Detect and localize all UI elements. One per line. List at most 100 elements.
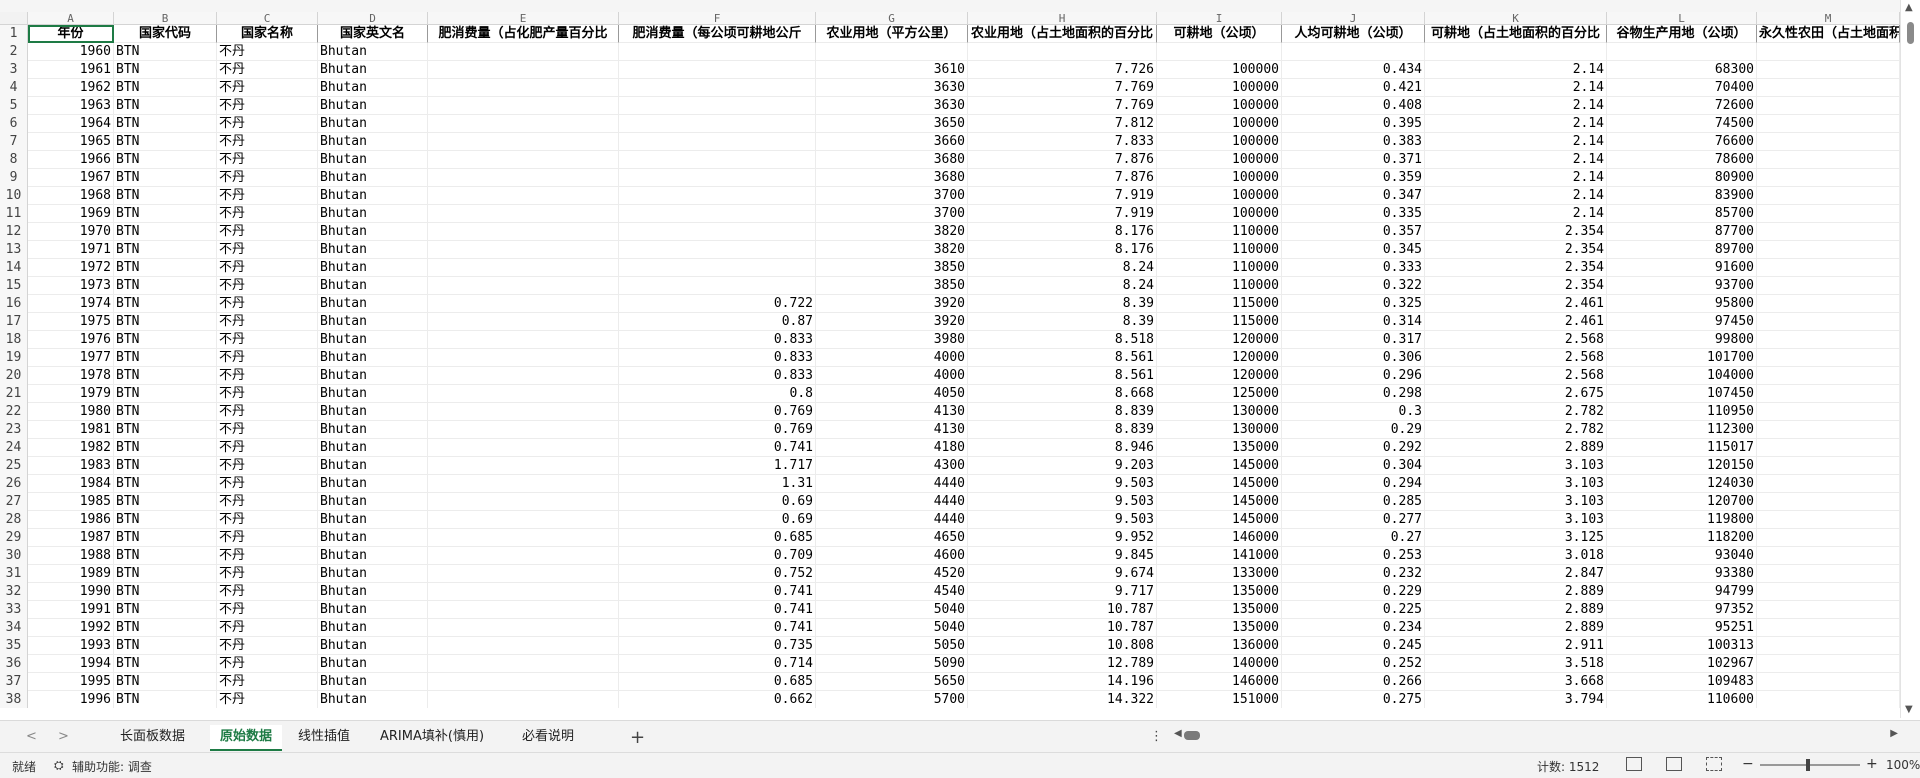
table-cell[interactable] [619, 115, 816, 133]
table-cell[interactable]: 0.833 [619, 367, 816, 385]
table-cell[interactable]: 0.408 [1282, 97, 1425, 115]
table-cell[interactable] [1757, 673, 1900, 691]
table-cell[interactable]: 135000 [1157, 601, 1282, 619]
table-cell[interactable] [619, 169, 816, 187]
table-cell[interactable]: 不丹 [217, 493, 318, 511]
table-cell[interactable]: Bhutan [318, 421, 428, 439]
table-cell[interactable]: 124030 [1607, 475, 1757, 493]
header-cell[interactable]: 肥消费量（占化肥产量百分比 [428, 25, 619, 43]
table-cell[interactable] [1757, 493, 1900, 511]
table-cell[interactable]: 9.503 [968, 475, 1157, 493]
table-cell[interactable] [428, 241, 619, 259]
table-cell[interactable] [428, 547, 619, 565]
table-cell[interactable]: 1989 [28, 565, 114, 583]
table-cell[interactable]: Bhutan [318, 511, 428, 529]
table-cell[interactable]: 1969 [28, 205, 114, 223]
table-cell[interactable]: Bhutan [318, 367, 428, 385]
table-cell[interactable] [1757, 691, 1900, 708]
table-cell[interactable]: 95251 [1607, 619, 1757, 637]
table-cell[interactable]: 3.518 [1425, 655, 1607, 673]
row-number[interactable]: 8 [0, 151, 28, 169]
table-cell[interactable]: BTN [114, 457, 217, 475]
table-cell[interactable]: BTN [114, 223, 217, 241]
table-cell[interactable]: 不丹 [217, 115, 318, 133]
table-cell[interactable] [968, 43, 1157, 61]
table-cell[interactable]: 3.668 [1425, 673, 1607, 691]
table-cell[interactable] [428, 151, 619, 169]
table-cell[interactable] [1757, 421, 1900, 439]
row-number[interactable]: 2 [0, 43, 28, 61]
table-cell[interactable] [428, 403, 619, 421]
table-cell[interactable]: BTN [114, 565, 217, 583]
table-cell[interactable]: 2.675 [1425, 385, 1607, 403]
table-cell[interactable]: 1984 [28, 475, 114, 493]
table-cell[interactable]: 0.292 [1282, 439, 1425, 457]
table-cell[interactable]: 130000 [1157, 403, 1282, 421]
table-cell[interactable] [1757, 205, 1900, 223]
table-cell[interactable]: 97352 [1607, 601, 1757, 619]
row-number[interactable]: 32 [0, 583, 28, 601]
row-number[interactable]: 29 [0, 529, 28, 547]
scroll-down-icon[interactable]: ▼ [1905, 704, 1913, 715]
table-cell[interactable]: 3.018 [1425, 547, 1607, 565]
table-cell[interactable]: 1974 [28, 295, 114, 313]
table-cell[interactable]: 145000 [1157, 511, 1282, 529]
table-cell[interactable]: 0.345 [1282, 241, 1425, 259]
table-cell[interactable]: 102967 [1607, 655, 1757, 673]
table-cell[interactable]: 7.919 [968, 187, 1157, 205]
table-cell[interactable]: 115017 [1607, 439, 1757, 457]
table-cell[interactable]: 0.298 [1282, 385, 1425, 403]
table-cell[interactable] [619, 133, 816, 151]
table-cell[interactable]: BTN [114, 295, 217, 313]
table-cell[interactable] [619, 79, 816, 97]
row-number[interactable]: 12 [0, 223, 28, 241]
table-cell[interactable]: 145000 [1157, 475, 1282, 493]
table-cell[interactable] [428, 133, 619, 151]
table-cell[interactable]: 110000 [1157, 223, 1282, 241]
table-cell[interactable]: 146000 [1157, 529, 1282, 547]
column-letter-m[interactable]: M [1757, 12, 1900, 25]
table-cell[interactable]: 97450 [1607, 313, 1757, 331]
table-cell[interactable]: 135000 [1157, 439, 1282, 457]
table-cell[interactable]: 0.769 [619, 403, 816, 421]
table-cell[interactable] [428, 655, 619, 673]
table-cell[interactable]: 2.889 [1425, 601, 1607, 619]
table-cell[interactable]: 7.919 [968, 205, 1157, 223]
table-cell[interactable]: Bhutan [318, 115, 428, 133]
table-cell[interactable]: 9.717 [968, 583, 1157, 601]
table-cell[interactable] [1757, 331, 1900, 349]
table-cell[interactable]: 0.229 [1282, 583, 1425, 601]
table-cell[interactable]: 9.503 [968, 493, 1157, 511]
tab-sheet[interactable]: 线性插值 [288, 725, 360, 749]
header-cell[interactable]: 农业用地（占土地面积的百分比 [968, 25, 1157, 43]
zoom-out-icon[interactable]: − [1742, 756, 1754, 772]
table-cell[interactable]: 8.24 [968, 277, 1157, 295]
table-cell[interactable] [428, 349, 619, 367]
table-cell[interactable]: 0.266 [1282, 673, 1425, 691]
table-cell[interactable]: 0.357 [1282, 223, 1425, 241]
table-cell[interactable]: 10.787 [968, 601, 1157, 619]
tab-sheet[interactable]: 长面板数据 [110, 725, 195, 749]
table-cell[interactable]: 0.769 [619, 421, 816, 439]
table-cell[interactable]: Bhutan [318, 205, 428, 223]
table-cell[interactable]: 2.14 [1425, 187, 1607, 205]
table-cell[interactable]: 10.787 [968, 619, 1157, 637]
table-cell[interactable]: 不丹 [217, 619, 318, 637]
table-cell[interactable]: 不丹 [217, 61, 318, 79]
row-number[interactable]: 14 [0, 259, 28, 277]
column-letter-a[interactable]: A [28, 12, 114, 25]
table-cell[interactable]: BTN [114, 79, 217, 97]
zoom-in-icon[interactable]: + [1866, 756, 1878, 772]
table-cell[interactable]: 141000 [1157, 547, 1282, 565]
table-cell[interactable]: 1963 [28, 97, 114, 115]
table-cell[interactable]: 120000 [1157, 367, 1282, 385]
table-cell[interactable]: 2.14 [1425, 205, 1607, 223]
table-cell[interactable]: 93380 [1607, 565, 1757, 583]
table-cell[interactable] [428, 169, 619, 187]
table-cell[interactable]: 0.752 [619, 565, 816, 583]
table-cell[interactable]: 2.14 [1425, 169, 1607, 187]
table-cell[interactable] [1757, 637, 1900, 655]
table-cell[interactable]: 7.833 [968, 133, 1157, 151]
table-cell[interactable]: 3680 [816, 169, 968, 187]
table-cell[interactable]: BTN [114, 151, 217, 169]
